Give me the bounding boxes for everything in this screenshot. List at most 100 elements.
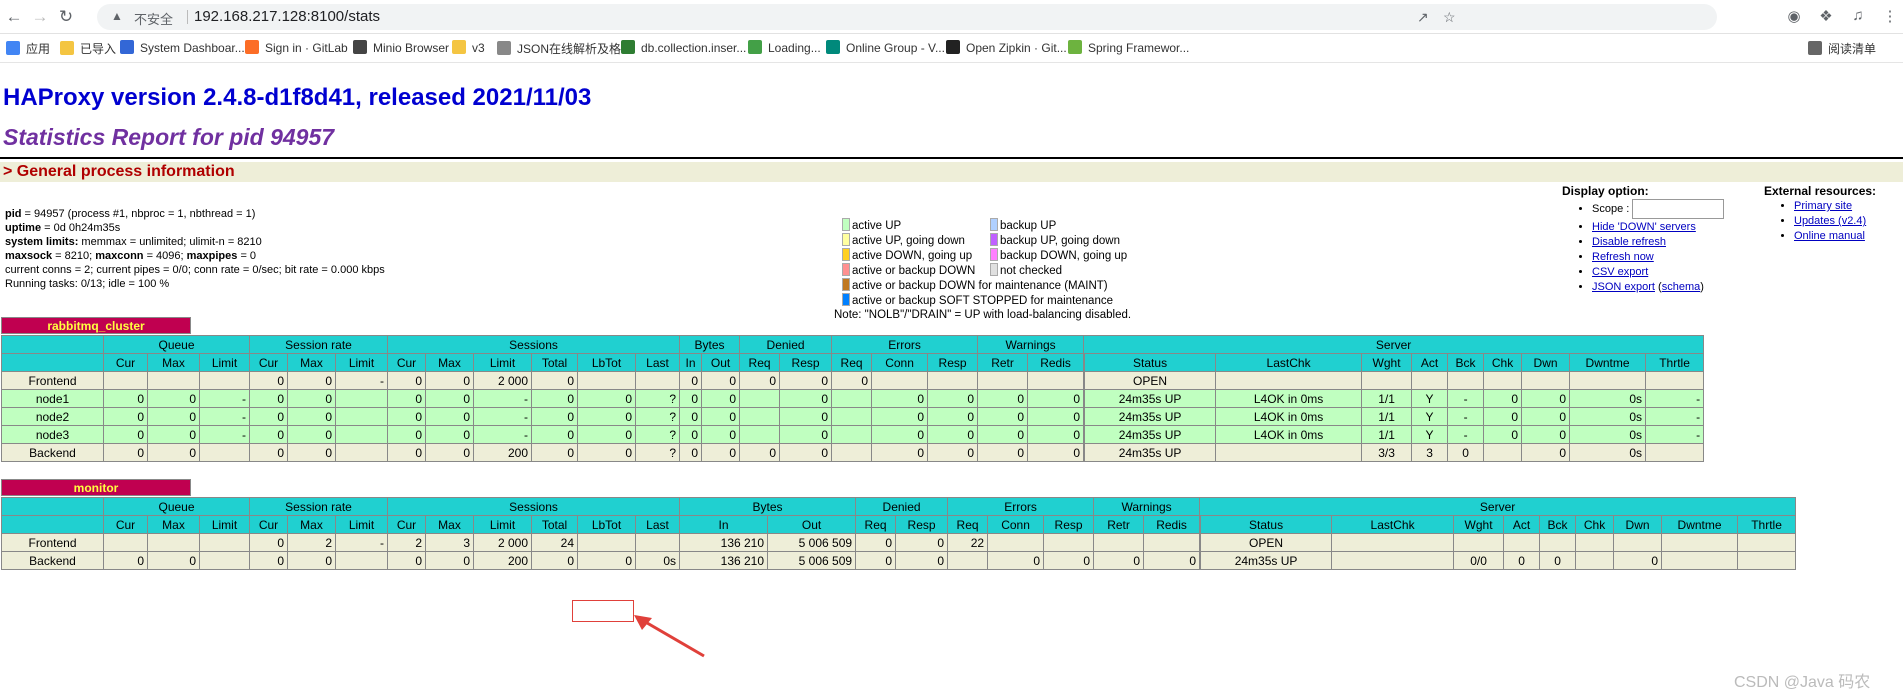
stats-table-rabbitmq: Queue Session rate Sessions Bytes Denied Erro… bbox=[1, 335, 1705, 462]
table-cell: - bbox=[1447, 389, 1485, 408]
table-cell bbox=[1737, 551, 1797, 570]
table-cell: 0 bbox=[249, 371, 288, 390]
bookmark-icon bbox=[353, 40, 367, 54]
table-row[interactable]: Frontend 0 2-2 3 2 000 24 136 210 5 006 509 0 0 22… bbox=[1, 533, 1797, 552]
table-cell: 24m35s UP bbox=[1084, 443, 1217, 462]
table-cell bbox=[1483, 443, 1523, 462]
bookmark-icon bbox=[621, 40, 635, 54]
legend-label: active or backup SOFT STOPPED for mainte… bbox=[852, 295, 1113, 307]
table-cell: 0 bbox=[1521, 407, 1571, 426]
bookmark-item[interactable]: 应用 bbox=[6, 40, 50, 57]
reload-icon[interactable]: ↻ bbox=[56, 7, 76, 27]
row-name[interactable]: Frontend bbox=[1, 533, 104, 552]
bookmark-item[interactable]: db.collection.inser... bbox=[621, 40, 746, 55]
forward-icon[interactable]: → bbox=[30, 7, 50, 27]
process-info-text: pid bbox=[5, 208, 22, 220]
table-cell: 0s bbox=[1569, 389, 1647, 408]
bookmark-item[interactable]: v3 bbox=[452, 40, 485, 55]
table-row[interactable]: node300-0000-00?0000000024m35s UPL4OK in… bbox=[1, 425, 1705, 444]
arrow-head bbox=[634, 615, 652, 630]
column-header: Dwntme bbox=[1661, 515, 1739, 534]
bookmark-item[interactable]: System Dashboar... bbox=[120, 40, 245, 55]
table-cell: 0 bbox=[1521, 389, 1571, 408]
table-cell: 0 bbox=[1093, 551, 1145, 570]
row-name[interactable]: Backend bbox=[1, 551, 104, 570]
table-cell: 0 bbox=[679, 443, 703, 462]
hide-down-link[interactable]: Hide 'DOWN' servers bbox=[1592, 221, 1696, 233]
url-text[interactable]: 192.168.217.128:8100/stats bbox=[194, 8, 380, 25]
bookmark-item[interactable]: Loading... bbox=[748, 40, 821, 55]
json-export-link[interactable]: JSON export bbox=[1592, 281, 1655, 293]
highlight-box bbox=[572, 600, 634, 622]
table-cell bbox=[831, 389, 873, 408]
bookmark-item[interactable]: Online Group - V... bbox=[826, 40, 945, 55]
table-cell bbox=[831, 443, 873, 462]
proxy-name-monitor[interactable]: monitor bbox=[1, 479, 191, 496]
disable-refresh-link[interactable]: Disable refresh bbox=[1592, 236, 1666, 248]
row-name[interactable]: node3 bbox=[1, 425, 104, 444]
online-manual-link[interactable]: Online manual bbox=[1794, 230, 1865, 242]
address-bar[interactable]: ▲ 不安全 192.168.217.128:8100/stats ↗ ☆ bbox=[97, 4, 1717, 30]
menu-dots-icon[interactable]: ⋮ bbox=[1880, 7, 1900, 25]
table-row[interactable]: Backend 0 0 0 0 0 0 200 0 0 0s 136 210 5 006 509 0 0 0 0… bbox=[1, 551, 1797, 570]
column-header: Max bbox=[425, 515, 475, 534]
table-cell bbox=[199, 371, 250, 390]
bookmark-item[interactable]: 阅读清单 bbox=[1808, 40, 1876, 57]
row-name[interactable]: node1 bbox=[1, 389, 104, 408]
insecure-label[interactable]: 不安全 bbox=[134, 9, 173, 28]
bookmark-item[interactable]: Sign in · GitLab bbox=[245, 40, 348, 55]
csv-export-link[interactable]: CSV export bbox=[1592, 266, 1648, 278]
table-cell bbox=[334, 407, 389, 426]
extension-icon[interactable]: ◉ bbox=[1784, 7, 1804, 25]
table-cell bbox=[831, 425, 873, 444]
warning-icon[interactable]: ▲ bbox=[111, 9, 123, 23]
table-cell: 0 bbox=[531, 371, 579, 390]
primary-site-link[interactable]: Primary site bbox=[1794, 200, 1852, 212]
back-icon[interactable]: ← bbox=[4, 7, 24, 27]
column-header: Limit bbox=[199, 515, 250, 534]
updates-link[interactable]: Updates (v2.4) bbox=[1794, 215, 1866, 227]
table-cell bbox=[1331, 551, 1455, 570]
table-cell: L4OK in 0ms bbox=[1215, 425, 1363, 444]
puzzle-icon[interactable]: ❖ bbox=[1816, 7, 1836, 25]
table-row[interactable]: Backend00000020000?00000000024m35s UP3/3… bbox=[1, 443, 1705, 462]
legend-item: active UP bbox=[842, 218, 901, 234]
table-cell bbox=[147, 533, 200, 552]
bookmark-star-icon[interactable]: ☆ bbox=[1443, 9, 1456, 26]
table-row[interactable]: node100-0000-00?0000000024m35s UPL4OK in… bbox=[1, 389, 1705, 408]
table-cell: 0 bbox=[987, 551, 1045, 570]
bookmark-item[interactable]: Minio Browser bbox=[353, 40, 449, 55]
refresh-now-link[interactable]: Refresh now bbox=[1592, 251, 1654, 263]
table-cell bbox=[334, 425, 389, 444]
header-row: Cur Max Limit Cur Max Limit Cur Max Limit Total Lb… bbox=[1, 515, 1797, 534]
column-header: LastChk bbox=[1331, 515, 1455, 534]
proxy-name-rabbitmq[interactable]: rabbitmq_cluster bbox=[1, 317, 191, 334]
bookmark-item[interactable]: JSON在线解析及格... bbox=[497, 40, 631, 57]
bookmark-item[interactable]: Spring Framewor... bbox=[1068, 40, 1189, 55]
column-header: Redis bbox=[1027, 353, 1085, 372]
table-row[interactable]: Frontend 0 0-0 0 2 000 0 0 0 0 0 0 OPEN bbox=[1, 371, 1705, 390]
table-row[interactable]: node200-0000-00?0000000024m35s UPL4OK in… bbox=[1, 407, 1705, 426]
row-name[interactable]: Backend bbox=[1, 443, 104, 462]
table-cell: 0 bbox=[287, 371, 336, 390]
bookmark-item[interactable]: Open Zipkin · Git... bbox=[946, 40, 1067, 55]
table-cell: 0 bbox=[895, 533, 949, 552]
scope-input[interactable] bbox=[1632, 199, 1725, 219]
music-icon[interactable]: ♫ bbox=[1848, 7, 1868, 24]
bookmark-item[interactable]: 已导入 bbox=[60, 40, 116, 57]
row-name[interactable]: Frontend bbox=[1, 371, 104, 390]
table-cell: Y bbox=[1411, 407, 1449, 426]
row-name[interactable]: node2 bbox=[1, 407, 104, 426]
table-cell bbox=[1215, 371, 1363, 390]
share-icon[interactable]: ↗ bbox=[1417, 9, 1429, 26]
table-cell bbox=[947, 551, 989, 570]
legend-label: active or backup DOWN for maintenance (M… bbox=[852, 280, 1108, 292]
column-header: Req bbox=[739, 353, 781, 372]
table-cell: 0 bbox=[387, 407, 427, 426]
column-header: Req bbox=[947, 515, 989, 534]
table-cell bbox=[334, 443, 389, 462]
schema-link[interactable]: schema bbox=[1662, 281, 1701, 293]
column-header: Resp bbox=[927, 353, 979, 372]
legend-label: backup UP, going down bbox=[1000, 235, 1120, 247]
bookmark-icon bbox=[826, 40, 840, 54]
